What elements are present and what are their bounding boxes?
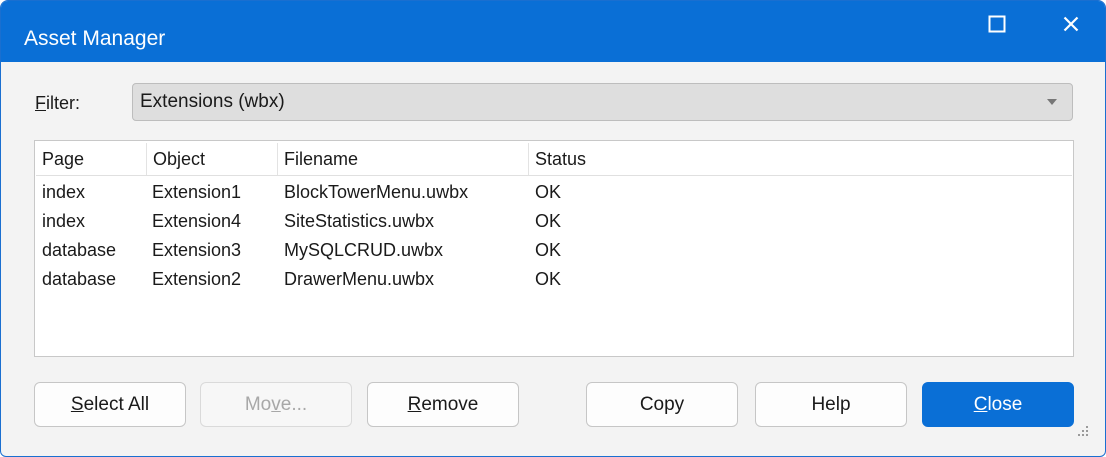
- cell-page: index: [42, 182, 86, 202]
- filter-selected-value: Extensions (wbx): [140, 91, 285, 112]
- move-label-before: Mo: [244, 393, 272, 415]
- cell-page: index: [42, 211, 86, 231]
- close-label: lose: [987, 393, 1023, 415]
- select-all-button[interactable]: Select All: [34, 382, 186, 427]
- table-row[interactable]: index Extension4 SiteStatistics.uwbx OK: [35, 206, 1071, 236]
- cell-object: Extension4: [152, 211, 242, 231]
- cell-page: database: [42, 240, 117, 260]
- move-label-after: e...: [280, 393, 308, 415]
- cell-object: Extension3: [152, 240, 242, 260]
- cell-object: Extension1: [152, 182, 242, 202]
- close-button[interactable]: Close: [922, 382, 1074, 427]
- maximize-button[interactable]: [967, 1, 1027, 47]
- cell-filename: DrawerMenu.uwbx: [284, 269, 435, 289]
- help-button[interactable]: Help: [755, 382, 907, 427]
- cell-filename: MySQLCRUD.uwbx: [284, 240, 444, 260]
- cell-status: OK: [535, 211, 562, 231]
- asset-manager-dialog: Asset Manager Filter: Extensions (wbx) P…: [0, 0, 1106, 457]
- remove-button[interactable]: Remove: [367, 382, 519, 427]
- cell-filename: SiteStatistics.uwbx: [284, 211, 435, 231]
- table-row[interactable]: database Extension2 DrawerMenu.uwbx OK: [35, 264, 1071, 294]
- window-title: Asset Manager: [24, 27, 166, 50]
- close-accel: C: [973, 393, 988, 415]
- maximize-icon: [988, 15, 1006, 33]
- table-row[interactable]: database Extension3 MySQLCRUD.uwbx OK: [35, 235, 1071, 265]
- column-header-object[interactable]: Object: [147, 143, 278, 175]
- filter-label-accel: F: [35, 93, 46, 113]
- cell-filename: BlockTowerMenu.uwbx: [284, 182, 469, 202]
- column-header-filename[interactable]: Filename: [278, 143, 529, 175]
- dropdown-arrow-icon[interactable]: [1032, 84, 1072, 120]
- title-bar[interactable]: Asset Manager: [1, 1, 1105, 62]
- move-button[interactable]: Mo v e...: [200, 382, 352, 427]
- close-window-button[interactable]: [1041, 1, 1101, 47]
- cell-status: OK: [535, 269, 562, 289]
- column-header-page[interactable]: Page: [36, 143, 147, 175]
- select-all-label: elect All: [83, 393, 150, 415]
- copy-button[interactable]: Copy: [586, 382, 738, 427]
- remove-label: emove: [421, 393, 479, 415]
- move-accel: v: [271, 393, 281, 415]
- close-icon: [1063, 16, 1079, 32]
- filter-dropdown[interactable]: Extensions (wbx): [132, 83, 1073, 121]
- select-all-accel: S: [70, 393, 84, 415]
- cell-object: Extension2: [152, 269, 242, 289]
- remove-accel: R: [407, 393, 422, 415]
- resize-grip-icon[interactable]: [1075, 423, 1089, 442]
- column-header-status[interactable]: Status: [529, 143, 1072, 175]
- asset-list[interactable]: Page Object Filename Status index Extens…: [34, 140, 1074, 357]
- table-row[interactable]: index Extension1 BlockTowerMenu.uwbx OK: [35, 177, 1071, 207]
- list-header: Page Object Filename Status: [36, 143, 1072, 176]
- cell-status: OK: [535, 182, 562, 202]
- filter-label-rest: ilter:: [46, 93, 81, 113]
- cell-status: OK: [535, 240, 562, 260]
- filter-label: Filter:: [35, 93, 80, 114]
- cell-page: database: [42, 269, 117, 289]
